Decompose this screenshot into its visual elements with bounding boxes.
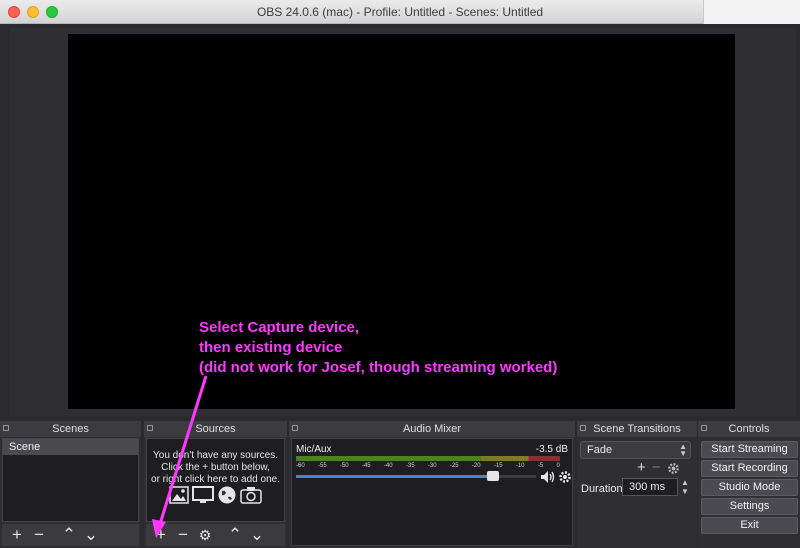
audio-mixer-title: Audio Mixer: [402, 423, 462, 435]
source-settings-gear-icon[interactable]: ⚙: [194, 525, 216, 545]
annotation-text: Select Capture device, then existing dev…: [199, 318, 557, 378]
meter-tick-label: -60: [296, 463, 305, 469]
meter-tick-label: -30: [427, 463, 437, 469]
duration-field[interactable]: 300 ms: [622, 478, 678, 496]
sources-list[interactable]: You don't have any sources. Click the + …: [146, 438, 285, 522]
volume-slider[interactable]: [296, 471, 536, 481]
exit-button[interactable]: Exit: [701, 517, 798, 534]
transition-selected-value: Fade: [587, 444, 613, 456]
empty-message-line: You don't have any sources.: [153, 450, 278, 461]
controls-title: Controls: [728, 423, 770, 435]
start-streaming-button[interactable]: Start Streaming: [701, 441, 798, 458]
add-transition-button[interactable]: +: [637, 459, 646, 479]
globe-icon: [217, 485, 237, 508]
duration-stepper[interactable]: ▲ ▼: [681, 478, 689, 496]
chevron-up-down-icon: ▲ ▼: [679, 442, 687, 458]
background-window-strip: [703, 0, 800, 24]
studio-mode-button[interactable]: Studio Mode: [701, 479, 798, 496]
meter-tick-label: -45: [361, 463, 371, 469]
audio-mixer-body: Mic/Aux -3.5 dB -60 -55 -50 -45 -40 -35 -30 -25…: [291, 438, 573, 546]
dock-float-icon[interactable]: [3, 425, 9, 431]
remove-source-button[interactable]: −: [172, 525, 194, 545]
annotation-line: (did not work for Josef, though streamin…: [199, 359, 558, 376]
volume-meter: [296, 456, 560, 461]
dock-float-icon[interactable]: [292, 425, 298, 431]
dock-float-icon[interactable]: [580, 425, 586, 431]
scenes-dock: Scenes Scene + − ⌃ ⌄: [0, 421, 141, 548]
window-title: OBS 24.0.6 (mac) - Profile: Untitled - S…: [256, 5, 544, 19]
meter-tick-label: -55: [317, 463, 327, 469]
audio-level-db: -3.5 dB: [535, 444, 568, 455]
add-source-button[interactable]: +: [150, 525, 172, 545]
transition-select[interactable]: Fade ▲ ▼: [580, 441, 691, 459]
sources-dock: Sources You don't have any sources. Clic…: [144, 421, 287, 548]
source-type-icons: [169, 485, 262, 508]
meter-tick-label: -25: [449, 463, 459, 469]
sources-empty-message: You don't have any sources. Click the + …: [147, 450, 284, 486]
scenes-dock-header: Scenes: [0, 421, 141, 437]
gear-icon[interactable]: [558, 470, 572, 487]
sources-dock-header: Sources: [144, 421, 287, 437]
meter-tick-label: -35: [405, 463, 415, 469]
dock-float-icon[interactable]: [701, 425, 707, 431]
annotation-line: Select Capture device,: [199, 319, 360, 336]
dock-float-icon[interactable]: [147, 425, 153, 431]
transition-buttons: + −: [637, 459, 680, 479]
scene-transitions-title: Scene Transitions: [593, 423, 681, 435]
remove-transition-button[interactable]: −: [652, 459, 661, 479]
volume-meter-ticks: -60 -55 -50 -45 -40 -35 -30 -25 -20 -15 -10 -5 0: [296, 463, 560, 475]
empty-message-line: Click the + button below,: [161, 462, 270, 473]
start-recording-button[interactable]: Start Recording: [701, 460, 798, 477]
move-source-down-button[interactable]: ⌄: [246, 525, 268, 545]
display-icon: [192, 485, 214, 508]
remove-scene-button[interactable]: −: [28, 525, 50, 545]
gear-icon[interactable]: [667, 459, 680, 479]
list-item[interactable]: Scene: [3, 439, 138, 455]
meter-tick-label: -50: [339, 463, 349, 469]
audio-channel-name: Mic/Aux: [296, 444, 332, 455]
settings-button[interactable]: Settings: [701, 498, 798, 515]
volume-slider-handle[interactable]: [486, 471, 499, 481]
audio-mixer-header: Audio Mixer: [289, 421, 575, 437]
speaker-icon[interactable]: [540, 470, 556, 487]
scene-transitions-dock: Scene Transitions Fade ▲ ▼ + − Duration 3…: [577, 421, 697, 548]
scenes-toolbar: + − ⌃ ⌄: [2, 524, 139, 546]
move-source-up-button[interactable]: ⌃: [224, 525, 246, 545]
annotation-line: then existing device: [199, 339, 343, 356]
controls-dock: Controls Start Streaming Start Recording…: [698, 421, 800, 548]
duration-label: Duration: [581, 483, 623, 495]
volume-slider-fill: [296, 475, 493, 478]
camera-icon: [240, 485, 262, 508]
sources-dock-title: Sources: [195, 423, 236, 435]
image-icon: [169, 485, 189, 508]
meter-tick-label: -20: [471, 463, 481, 469]
sources-toolbar: + − ⚙ ⌃ ⌄: [146, 524, 285, 546]
meter-tick-label: -10: [515, 463, 525, 469]
move-scene-up-button[interactable]: ⌃: [58, 525, 80, 545]
scenes-list[interactable]: Scene: [2, 438, 139, 522]
scene-transitions-header: Scene Transitions: [577, 421, 697, 437]
add-scene-button[interactable]: +: [6, 525, 28, 545]
audio-mixer-dock: Audio Mixer Mic/Aux -3.5 dB -60 -55 -50 -45…: [289, 421, 575, 548]
controls-header: Controls: [698, 421, 800, 437]
move-scene-down-button[interactable]: ⌄: [80, 525, 102, 545]
scenes-dock-title: Scenes: [52, 423, 89, 435]
title-bar: OBS 24.0.6 (mac) - Profile: Untitled - S…: [0, 0, 800, 24]
meter-tick-label: -40: [383, 463, 393, 469]
